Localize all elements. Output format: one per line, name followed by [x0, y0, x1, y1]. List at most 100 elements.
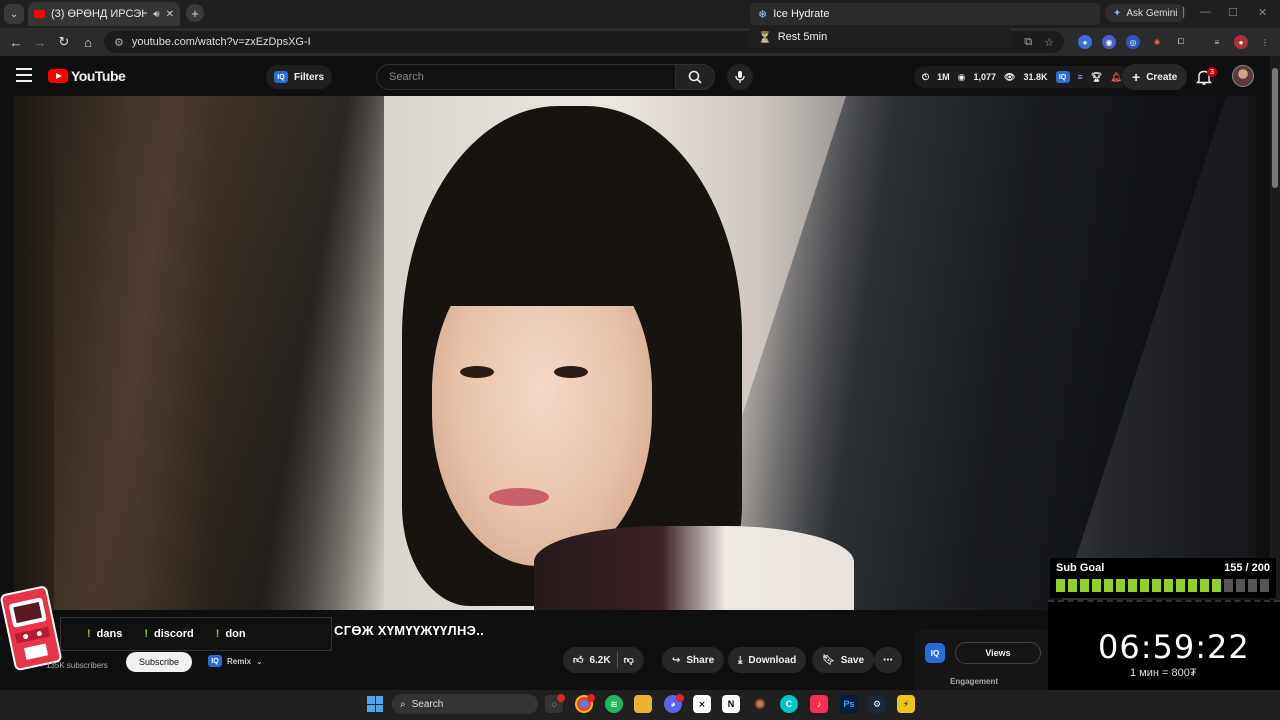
minimize-icon[interactable]: —	[1200, 6, 1211, 18]
notification-count-badge: 3	[1207, 67, 1217, 77]
tab-search-button[interactable]: ⌄	[4, 4, 24, 24]
speaker-icon[interactable]: 🔊︎	[153, 9, 159, 20]
sub-goal-bar	[1056, 579, 1270, 592]
video-car-pillar-left	[54, 96, 384, 610]
iq-icon[interactable]: IQ	[1055, 71, 1070, 83]
youtube-logo[interactable]: YouTube	[48, 68, 126, 84]
taskbar-search[interactable]: ⌕ Search	[392, 694, 538, 714]
create-button[interactable]: + Create	[1122, 64, 1188, 90]
dislike-button[interactable]: 👎︎	[624, 654, 634, 666]
reload-icon[interactable]: ↻	[56, 34, 72, 50]
steam-icon[interactable]: ⚙	[868, 695, 886, 713]
install-app-icon[interactable]: ⧉	[1024, 36, 1032, 49]
video-player[interactable]	[14, 96, 1256, 610]
command-dans: ! dans	[87, 628, 123, 640]
puzzle-icon[interactable]: ⧠	[1174, 35, 1188, 49]
profile-icon[interactable]: ●	[1234, 35, 1248, 49]
stat-views: 1M	[937, 72, 950, 82]
video-person-bangs	[424, 206, 664, 306]
filters-label: Filters	[294, 71, 325, 83]
reminder-ice-hydrate[interactable]: ❄ Ice Hydrate	[750, 3, 1100, 25]
more-menu-icon[interactable]: ⋮	[1258, 35, 1272, 49]
like-divider	[616, 652, 618, 668]
eye-icon: 👁︎	[1004, 71, 1016, 82]
windows-start-icon[interactable]	[367, 696, 383, 712]
sub-goal-segment	[1176, 579, 1185, 592]
youtube-header: YouTube IQ Filters Search 🕒︎ 1M ◉ 1,077 …	[0, 56, 1280, 96]
share-button[interactable]: ↪ Share	[662, 647, 725, 673]
timer-rate: 1 мин = 800₮	[1130, 667, 1197, 679]
sub-goal-segment	[1068, 579, 1077, 592]
search-button[interactable]	[675, 64, 715, 90]
reading-list-icon[interactable]: ≡	[1210, 35, 1224, 49]
search-icon	[688, 70, 702, 84]
maximize-icon[interactable]: ☐	[1228, 6, 1238, 19]
search-input[interactable]: Search	[376, 64, 676, 90]
search-icon: ⌕	[400, 698, 406, 710]
back-arrow-icon[interactable]: ←	[8, 34, 24, 50]
scrollbar-thumb[interactable]	[1272, 68, 1278, 188]
notion-icon[interactable]: N	[722, 695, 740, 713]
voice-search-button[interactable]	[727, 64, 753, 90]
subscribe-button[interactable]: Subscribe	[126, 652, 192, 672]
menu-icon[interactable]	[16, 68, 32, 82]
chat-commands-bar: ! dans ! discord ! don	[60, 617, 332, 651]
winamp-icon[interactable]: ⚡	[897, 695, 915, 713]
home-icon[interactable]: ⌂	[80, 34, 96, 50]
tab-close-icon[interactable]: ✕	[166, 9, 174, 20]
ask-gemini-button[interactable]: ✦ Ask Gemini	[1105, 4, 1186, 22]
close-window-icon[interactable]: ✕	[1258, 6, 1267, 19]
trophy-icon[interactable]: 🏆︎	[1091, 72, 1102, 83]
save-button[interactable]: 🔖︎ Save	[812, 647, 875, 673]
video-person-eye-right	[554, 366, 588, 378]
tab-views[interactable]: Views	[955, 642, 1041, 664]
spotify-icon[interactable]: ≋	[605, 695, 623, 713]
ask-gemini-label: Ask Gemini	[1126, 7, 1178, 19]
bookmark-star-icon[interactable]: ☆	[1044, 36, 1054, 49]
reminder-label: Ice Hydrate	[773, 8, 830, 20]
site-info-icon[interactable]: ⚙	[114, 36, 124, 49]
sub-goal-label: Sub Goal	[1056, 562, 1105, 574]
filters-button[interactable]: IQ Filters	[266, 65, 333, 89]
download-button[interactable]: ⤓ Download	[728, 647, 807, 673]
reminder-rest[interactable]: ⏳ Rest 5min	[750, 26, 1010, 48]
iq-logo-icon[interactable]: IQ	[925, 643, 945, 663]
stat-watching: 1,077	[973, 72, 997, 82]
like-dislike-group: 👍︎ 6.2K 👎︎	[563, 647, 644, 673]
browser-tab-active[interactable]: (3) ӨРӨНД ИРСЭН ОХИНЫ 🔊︎ ✕	[28, 2, 180, 26]
extension-4-icon[interactable]: ✺	[1150, 35, 1164, 49]
subscriber-count: 135K subscribers	[46, 661, 108, 670]
thumbs-up-icon: 👍︎	[573, 655, 584, 666]
sub-goal-segment	[1140, 579, 1149, 592]
sub-goal-segment	[1248, 579, 1257, 592]
new-tab-button[interactable]: +	[186, 4, 204, 22]
tab-engagement[interactable]: Engagement	[950, 677, 998, 686]
iq-icon: IQ	[208, 655, 222, 667]
capcut-icon[interactable]: ⨯	[693, 695, 711, 713]
alert-icon[interactable]: 🔔︎	[1110, 72, 1121, 83]
like-button[interactable]: 👍︎ 6.2K	[573, 654, 611, 667]
taskbar-search-label: Search	[411, 698, 444, 710]
canva-icon[interactable]: C	[780, 695, 798, 713]
chrome-badge	[587, 694, 595, 702]
list-icon[interactable]: ≡	[1078, 72, 1083, 82]
command-discord: ! discord	[144, 628, 194, 640]
video-person-lips	[489, 488, 549, 506]
extension-3-icon[interactable]: ◎	[1126, 35, 1140, 49]
remix-button[interactable]: IQ Remix ⌄	[202, 652, 269, 670]
claude-icon[interactable]: ✺	[751, 695, 769, 713]
sub-goal-segment	[1164, 579, 1173, 592]
account-avatar[interactable]	[1232, 65, 1254, 87]
extension-2-icon[interactable]: ◉	[1102, 35, 1116, 49]
sub-goal-segment	[1260, 579, 1269, 592]
music-icon[interactable]: ♪	[810, 695, 828, 713]
more-actions-button[interactable]: ⋯	[874, 647, 902, 673]
reminder-label: Rest 5min	[777, 31, 828, 43]
folder-icon[interactable]	[634, 695, 652, 713]
sparkle-icon: ✦	[1113, 7, 1122, 19]
forward-arrow-icon[interactable]: →	[32, 34, 48, 50]
browser-tabstrip: ⌄ (3) ӨРӨНД ИРСЭН ОХИНЫ 🔊︎ ✕ + ❄ Ice Hyd…	[0, 0, 1280, 28]
chevron-down-icon: ⌄	[256, 656, 263, 666]
photoshop-icon[interactable]: Ps	[840, 695, 858, 713]
extension-1-icon[interactable]: ●	[1078, 35, 1092, 49]
